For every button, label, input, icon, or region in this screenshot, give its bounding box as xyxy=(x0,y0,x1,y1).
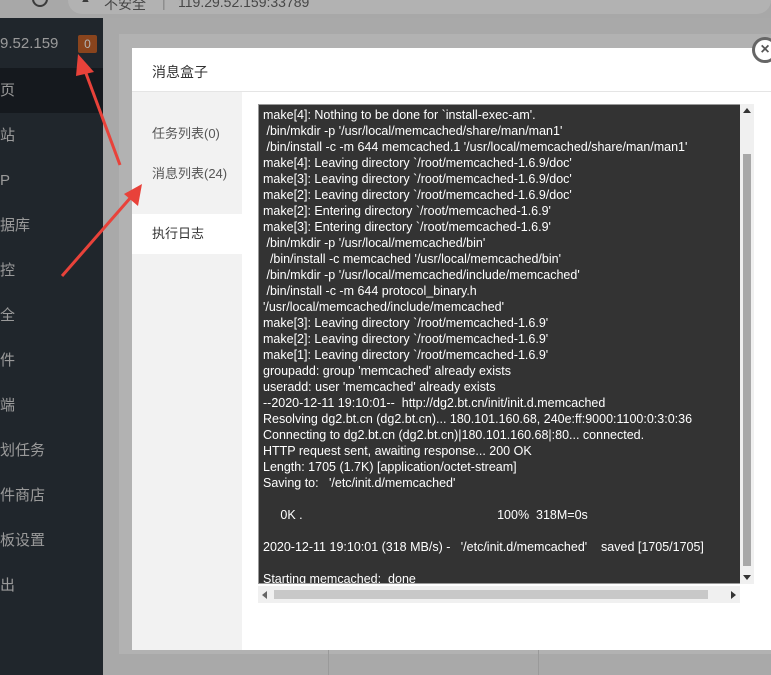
scroll-down-icon[interactable] xyxy=(743,575,751,580)
log-line: make[3]: Entering directory `/root/memca… xyxy=(263,220,551,234)
log-line: Saving to: '/etc/init.d/memcached' xyxy=(263,476,456,490)
vertical-scrollbar[interactable] xyxy=(740,104,754,584)
dialog-title: 消息盒子 xyxy=(152,64,208,80)
log-line: '/usr/local/memcached/include/memcached' xyxy=(263,300,504,314)
log-line: make[3]: Leaving directory `/root/memcac… xyxy=(263,316,549,330)
log-line: /bin/install -c -m 644 memcached.1 '/usr… xyxy=(263,140,688,154)
log-line: Length: 1705 (1.7K) [application/octet-s… xyxy=(263,460,517,474)
log-line: useradd: user 'memcached' already exists xyxy=(263,380,496,394)
scrollbar-thumb[interactable] xyxy=(274,590,708,599)
log-line: /bin/install -c memcached '/usr/local/me… xyxy=(263,252,561,266)
scrollbar-thumb[interactable] xyxy=(743,154,751,566)
log-line: Starting memcached: done xyxy=(263,572,416,583)
log-line: make[2]: Leaving directory `/root/memcac… xyxy=(263,332,549,346)
scroll-right-icon[interactable] xyxy=(731,591,736,599)
log-line: Connecting to dg2.bt.cn (dg2.bt.cn)|180.… xyxy=(263,428,645,442)
tab-execution-log[interactable]: 执行日志 xyxy=(132,214,242,254)
log-line: HTTP request sent, awaiting response... … xyxy=(263,444,532,458)
log-line: 0K . 100% 318M=0s xyxy=(263,508,588,522)
log-output: make[4]: Nothing to be done for `install… xyxy=(263,107,741,583)
log-line: make[4]: Leaving directory `/root/memcac… xyxy=(263,156,572,170)
scroll-left-icon[interactable] xyxy=(262,591,267,599)
log-line: /bin/mkdir -p '/usr/local/memcached/bin' xyxy=(263,236,486,250)
log-line: Resolving dg2.bt.cn (dg2.bt.cn)... 180.1… xyxy=(263,412,693,426)
execution-log-panel[interactable]: make[4]: Nothing to be done for `install… xyxy=(258,104,754,584)
horizontal-scrollbar[interactable] xyxy=(258,586,740,603)
log-line: --2020-12-11 19:10:01-- http://dg2.bt.cn… xyxy=(263,396,606,410)
log-line: make[2]: Entering directory `/root/memca… xyxy=(263,204,551,218)
log-line: /bin/install -c -m 644 protocol_binary.h xyxy=(263,284,477,298)
scroll-up-icon[interactable] xyxy=(743,108,751,113)
log-line: make[3]: Leaving directory `/root/memcac… xyxy=(263,172,572,186)
close-icon[interactable]: × xyxy=(752,37,771,63)
log-line: 2020-12-11 19:10:01 (318 MB/s) - '/etc/i… xyxy=(263,540,704,554)
log-line: make[1]: Leaving directory `/root/memcac… xyxy=(263,348,549,362)
tab-task-list[interactable]: 任务列表(0) xyxy=(132,114,242,154)
log-line: groupadd: group 'memcached' already exis… xyxy=(263,364,511,378)
log-line: make[2]: Leaving directory `/root/memcac… xyxy=(263,188,572,202)
dialog-tabs: 任务列表(0) 消息列表(24) 执行日志 xyxy=(132,92,242,650)
log-line: /bin/mkdir -p '/usr/local/memcached/incl… xyxy=(263,268,580,282)
log-line: /bin/mkdir -p '/usr/local/memcached/shar… xyxy=(263,124,563,138)
log-line: make[4]: Nothing to be done for `install… xyxy=(263,108,536,122)
tab-message-list[interactable]: 消息列表(24) xyxy=(132,154,242,194)
